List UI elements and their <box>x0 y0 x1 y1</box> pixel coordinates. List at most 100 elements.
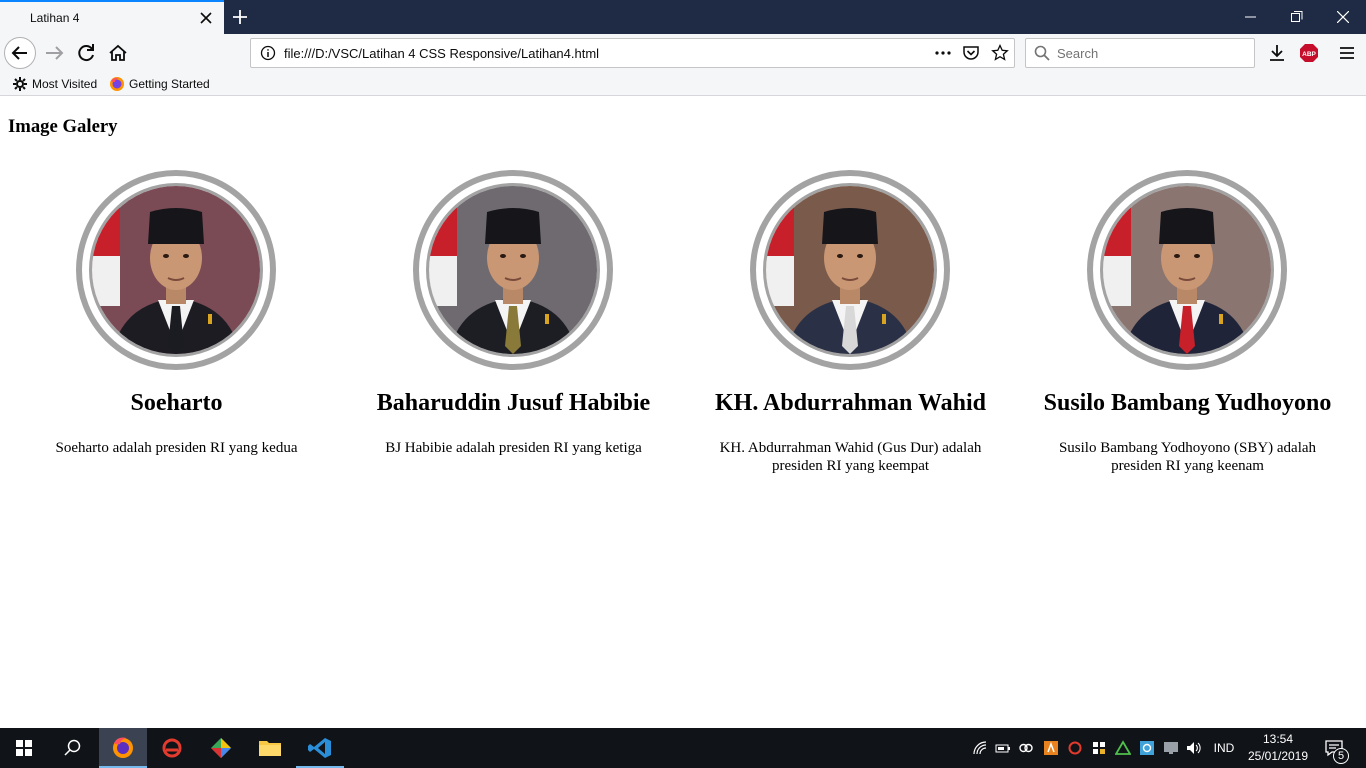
search-placeholder: Search <box>1057 46 1099 61</box>
gallery-card: Soeharto Soeharto adalah presiden RI yan… <box>8 170 345 490</box>
taskbar-firefox[interactable] <box>99 728 147 768</box>
battery-icon[interactable] <box>995 740 1011 756</box>
restore-button[interactable] <box>1274 0 1320 34</box>
colorful-app-icon <box>211 738 231 758</box>
back-arrow-icon <box>11 46 27 60</box>
taskbar-garena[interactable] <box>148 728 196 768</box>
vscode-icon <box>308 738 331 758</box>
close-tab-icon[interactable] <box>198 10 214 26</box>
reload-button[interactable] <box>72 38 102 68</box>
portrait-photo <box>89 183 263 357</box>
president-description: KH. Abdurrahman Wahid (Gus Dur) adalah p… <box>719 440 982 474</box>
start-button[interactable] <box>0 728 48 768</box>
bookmark-star-icon[interactable] <box>991 44 1009 62</box>
president-name: Susilo Bambang Yudhoyono <box>1043 390 1332 416</box>
volume-icon[interactable] <box>1186 740 1202 756</box>
medal-pin <box>882 314 886 324</box>
portrait-illustration <box>92 186 260 354</box>
firefox-icon <box>110 77 124 91</box>
downloads-button[interactable] <box>1262 38 1292 68</box>
firefox-icon <box>113 737 133 758</box>
portrait-photo <box>763 183 937 357</box>
flag-white <box>92 256 120 306</box>
new-tab-icon[interactable] <box>230 7 250 27</box>
nvidia-triangle-icon[interactable] <box>1115 740 1131 756</box>
minimize-icon <box>1245 16 1256 18</box>
tab-title: Latihan 4 <box>30 11 80 25</box>
home-icon <box>109 44 127 61</box>
portrait-illustration <box>766 186 934 354</box>
flag-white <box>1103 256 1131 306</box>
navigation-toolbar: file:///D:/VSC/Latihan 4 CSS Responsive/… <box>0 34 1366 72</box>
right-eye <box>1194 254 1200 258</box>
president-name: Baharuddin Jusuf Habibie <box>376 390 651 416</box>
gallery-card: Susilo Bambang Yudhoyono Susilo Bambang … <box>1019 170 1356 490</box>
back-button[interactable] <box>4 37 36 69</box>
notification-badge: 5 <box>1333 748 1349 764</box>
pocket-icon[interactable] <box>962 44 980 62</box>
gallery-card: KH. Abdurrahman Wahid KH. Abdurrahman Wa… <box>682 170 1019 490</box>
bookmarks-toolbar: Most Visited Getting Started <box>0 72 1366 96</box>
language-indicator[interactable]: IND <box>1208 741 1240 755</box>
page-content: Image Galery Soeharto Soeharto adalah pr… <box>0 96 1366 728</box>
url-text: file:///D:/VSC/Latihan 4 CSS Responsive/… <box>284 46 600 61</box>
clock-time[interactable]: 13:54 <box>1244 732 1312 746</box>
search-icon <box>1034 45 1050 61</box>
tab-strip: Latihan 4 <box>0 0 1366 34</box>
page-title: Image Galery <box>8 116 118 137</box>
portrait-frame <box>1087 170 1287 370</box>
menu-button[interactable] <box>1332 38 1362 68</box>
bookmark-label: Getting Started <box>129 77 210 91</box>
bookmark-getting-started[interactable]: Getting Started <box>109 76 214 92</box>
portrait-frame <box>76 170 276 370</box>
monitor-icon[interactable] <box>1163 740 1179 756</box>
forward-button[interactable] <box>40 38 70 68</box>
president-description: BJ Habibie adalah presiden RI yang ketig… <box>385 440 642 456</box>
garena-tray-icon[interactable] <box>1067 740 1083 756</box>
folder-icon <box>259 741 281 756</box>
notification-count: 5 <box>1337 750 1345 762</box>
taskbar-file-explorer[interactable] <box>246 728 294 768</box>
image-gallery: Soeharto Soeharto adalah presiden RI yan… <box>8 170 1358 490</box>
portrait-photo <box>1100 183 1274 357</box>
tab-latihan-4[interactable]: Latihan 4 <box>0 0 224 34</box>
president-name: Soeharto <box>130 390 223 416</box>
medal-pin <box>545 314 549 324</box>
right-eye <box>520 254 526 258</box>
shield-icon[interactable] <box>1091 740 1107 756</box>
president-name: KH. Abdurrahman Wahid <box>715 390 986 416</box>
address-bar[interactable]: file:///D:/VSC/Latihan 4 CSS Responsive/… <box>250 38 1015 68</box>
search-icon <box>64 739 81 756</box>
flag-white <box>429 256 457 306</box>
left-eye <box>837 254 843 258</box>
search-taskbar-button[interactable] <box>48 728 96 768</box>
clock-date[interactable]: 25/01/2019 <box>1244 749 1312 763</box>
medal-pin <box>208 314 212 324</box>
bookmark-most-visited[interactable]: Most Visited <box>12 76 102 92</box>
taskbar-vscode[interactable] <box>296 728 344 768</box>
wifi-icon[interactable] <box>972 740 988 756</box>
download-icon <box>1270 45 1284 61</box>
flag-red <box>766 206 794 256</box>
flag-red <box>429 206 457 256</box>
network-app-icon[interactable] <box>1139 740 1155 756</box>
reload-icon <box>78 44 94 62</box>
home-button[interactable] <box>103 38 133 68</box>
medal-pin <box>1219 314 1223 324</box>
info-icon[interactable] <box>260 45 276 61</box>
left-eye <box>1174 254 1180 258</box>
page-actions-icon[interactable] <box>934 45 952 61</box>
orange-app-icon[interactable] <box>1043 740 1059 756</box>
flag-white <box>766 256 794 306</box>
bookmark-label: Most Visited <box>32 77 98 91</box>
link-icon[interactable] <box>1018 740 1034 756</box>
adblock-plus-button[interactable]: ABP <box>1294 38 1324 68</box>
taskbar-game-app[interactable] <box>197 728 245 768</box>
close-window-button[interactable] <box>1320 0 1366 34</box>
president-description: Soeharto adalah presiden RI yang kedua <box>55 440 298 456</box>
minimize-button[interactable] <box>1228 0 1274 34</box>
songkok-cap <box>148 208 204 244</box>
search-bar[interactable]: Search <box>1025 38 1255 68</box>
flag-red <box>92 206 120 256</box>
songkok-cap <box>485 208 541 244</box>
